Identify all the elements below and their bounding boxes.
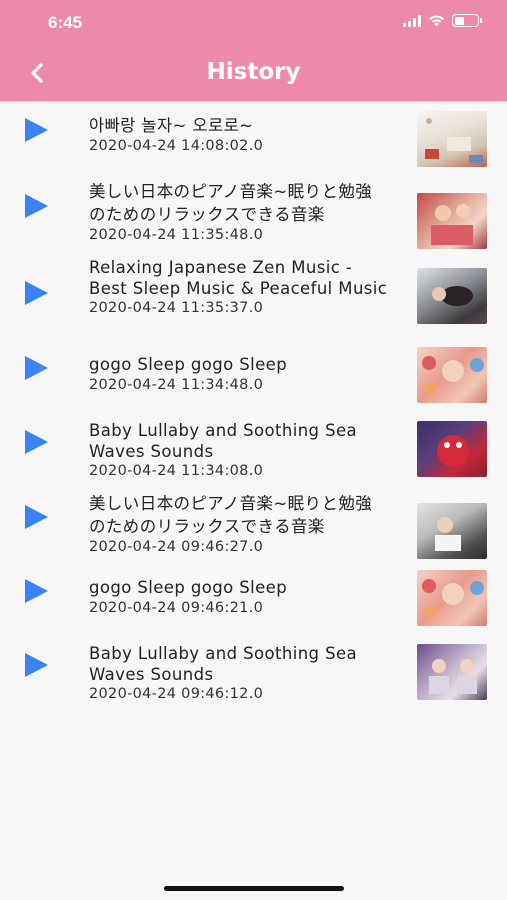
item-timestamp: 2020-04-24 11:35:37.0	[89, 300, 264, 316]
play-icon[interactable]	[22, 503, 50, 531]
play-icon[interactable]	[22, 192, 50, 220]
battery-icon	[452, 14, 482, 27]
history-item[interactable]: 美しい日本のピアノ音楽~眠りと勉強のためのリラックスできる音楽 2020-04-…	[0, 169, 507, 250]
play-icon[interactable]	[22, 279, 50, 307]
item-title: gogo Sleep gogo Sleep	[89, 578, 288, 597]
play-icon[interactable]	[22, 577, 50, 605]
item-title: Baby Lullaby and Soothing Sea Waves Soun…	[89, 644, 358, 684]
item-title: Baby Lullaby and Soothing Sea Waves Soun…	[89, 421, 358, 461]
two-babies-thumbnail	[417, 644, 487, 700]
item-title: 아빠랑 놀자~ 오로로~	[89, 116, 254, 135]
red-plush-toy-thumbnail	[417, 421, 487, 477]
history-item[interactable]: 美しい日本のピアノ音楽~眠りと勉強のためのリラックスできる音楽 2020-04-…	[0, 483, 507, 565]
item-title: gogo Sleep gogo Sleep	[89, 355, 288, 374]
nursery-toys-thumbnail	[417, 111, 487, 167]
item-title: Relaxing Japanese Zen Music - Best Sleep…	[89, 258, 388, 298]
history-item[interactable]: gogo Sleep gogo Sleep 2020-04-24 11:34:4…	[0, 337, 507, 403]
play-icon[interactable]	[22, 354, 50, 382]
play-icon[interactable]	[22, 428, 50, 456]
item-title: 美しい日本のピアノ音楽~眠りと勉強のためのリラックスできる音楽	[89, 182, 373, 224]
home-indicator[interactable]	[164, 886, 344, 891]
item-timestamp: 2020-04-24 09:46:12.0	[89, 686, 264, 702]
cellular-signal-icon	[403, 14, 421, 27]
baby-in-crib-thumbnail	[417, 193, 487, 249]
item-timestamp: 2020-04-24 11:35:48.0	[89, 227, 264, 243]
item-timestamp: 2020-04-24 09:46:27.0	[89, 539, 264, 555]
item-timestamp: 2020-04-24 11:34:48.0	[89, 376, 264, 393]
history-item[interactable]: Baby Lullaby and Soothing Sea Waves Soun…	[0, 403, 507, 483]
item-timestamp: 2020-04-24 14:08:02.0	[89, 137, 264, 154]
history-item[interactable]: 아빠랑 놀자~ 오로로~ 2020-04-24 14:08:02.0	[0, 101, 507, 169]
play-icon[interactable]	[22, 651, 50, 679]
status-icons	[403, 14, 482, 27]
sleeping-baby-thumbnail	[417, 268, 487, 324]
app-header: 6:45 History	[0, 0, 507, 101]
page-title: History	[206, 59, 301, 85]
history-item[interactable]: Relaxing Japanese Zen Music - Best Sleep…	[0, 250, 507, 337]
status-time: 6:45	[48, 13, 83, 32]
baby-with-dolls-thumbnail	[417, 347, 487, 403]
wifi-icon	[429, 15, 444, 27]
history-item[interactable]: gogo Sleep gogo Sleep 2020-04-24 09:46:2…	[0, 565, 507, 626]
item-timestamp: 2020-04-24 09:46:21.0	[89, 599, 264, 616]
item-timestamp: 2020-04-24 11:34:08.0	[89, 463, 264, 479]
history-item[interactable]: Baby Lullaby and Soothing Sea Waves Soun…	[0, 626, 507, 706]
baby-with-dolls-thumbnail	[417, 570, 487, 626]
item-title: 美しい日本のピアノ音楽~眠りと勉強のためのリラックスできる音楽	[89, 494, 373, 536]
play-icon[interactable]	[22, 116, 50, 144]
baby-on-blanket-thumbnail	[417, 503, 487, 559]
